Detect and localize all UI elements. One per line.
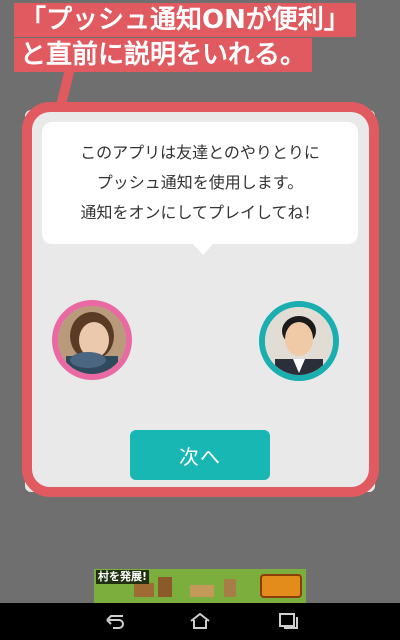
annotation-banner: 「プッシュ通知ONが便利」 と直前に説明をいれる。 bbox=[0, 0, 400, 74]
message-bubble-tail bbox=[192, 243, 214, 255]
back-icon[interactable] bbox=[103, 612, 127, 630]
message-bubble: このアプリは友達とのやりとりに プッシュ通知を使用します。 通知をオンにしてプレ… bbox=[42, 122, 358, 244]
annotation-line-2: と直前に説明をいれる。 bbox=[14, 38, 313, 72]
message-text: このアプリは友達とのやりとりに プッシュ通知を使用します。 通知をオンにしてプレ… bbox=[80, 143, 320, 222]
annotation-line-1: 「プッシュ通知ONが便利」 bbox=[14, 3, 356, 37]
avatar-female bbox=[52, 300, 132, 380]
next-button[interactable]: 次へ bbox=[130, 430, 270, 480]
ad-title: 村を発展! bbox=[96, 570, 150, 584]
game-logo-icon bbox=[260, 574, 302, 598]
female-avatar-image bbox=[58, 306, 126, 374]
home-icon[interactable] bbox=[188, 612, 212, 630]
male-avatar-image bbox=[265, 307, 333, 375]
ad-banner[interactable]: 村を発展! bbox=[94, 569, 306, 603]
android-navigation-bar bbox=[0, 603, 400, 640]
recent-apps-icon[interactable] bbox=[276, 612, 300, 630]
avatar-male bbox=[259, 301, 339, 381]
